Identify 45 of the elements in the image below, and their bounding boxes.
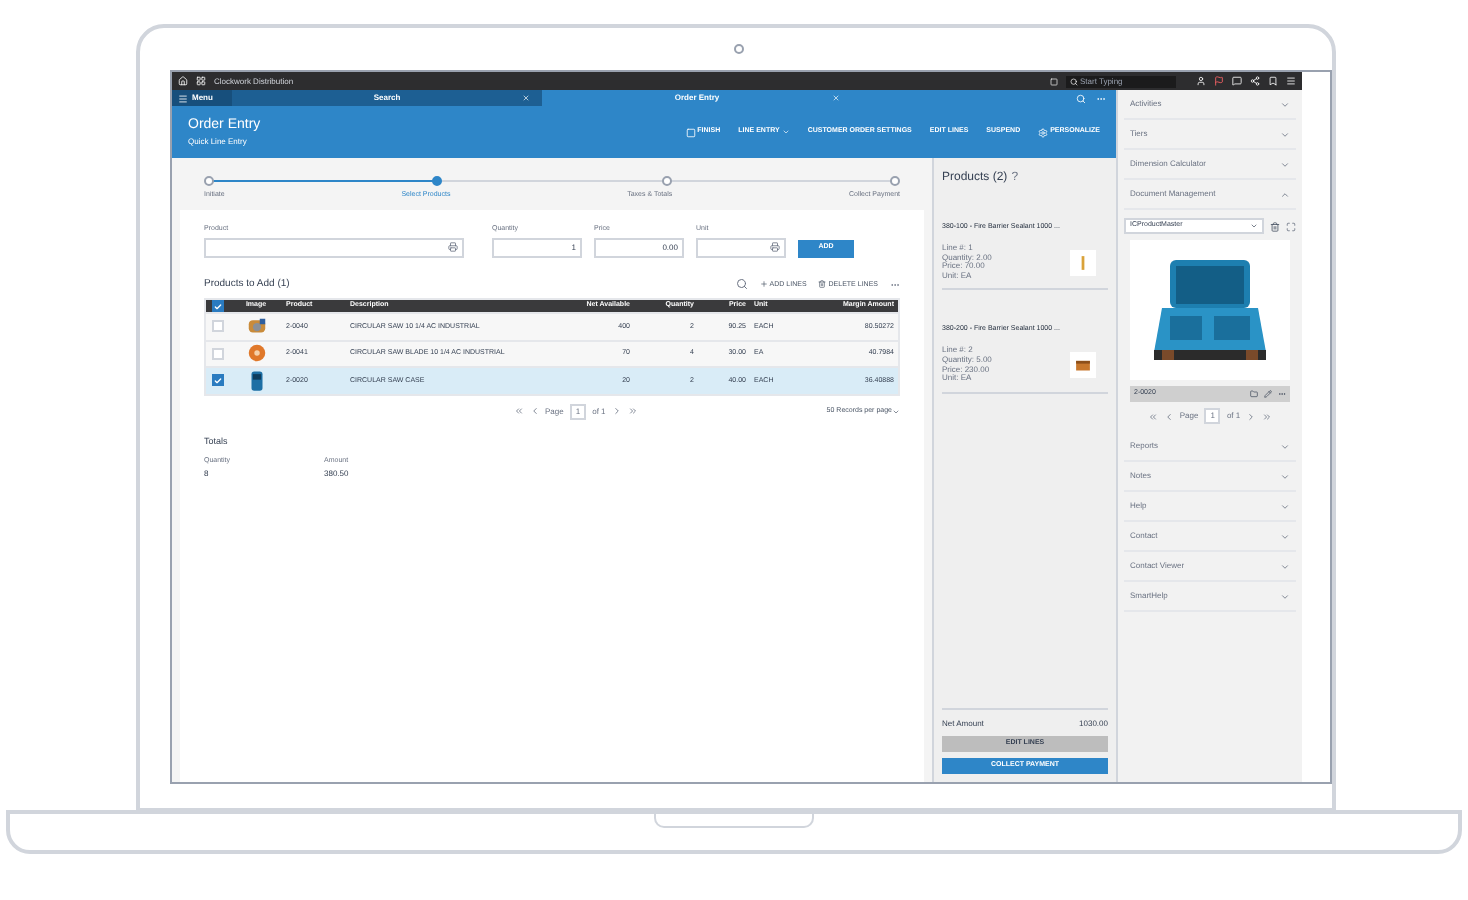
folder-icon[interactable] <box>1250 390 1258 398</box>
search-icon[interactable] <box>735 278 748 291</box>
square-icon[interactable] <box>1050 77 1058 85</box>
share-icon[interactable] <box>1250 76 1260 86</box>
chevron-down-icon <box>1280 159 1290 169</box>
chevron-down-icon <box>1280 129 1290 139</box>
settings-icon <box>1038 127 1049 137</box>
trash-icon[interactable] <box>1270 221 1280 231</box>
next-page-icon[interactable] <box>1246 411 1257 421</box>
last-page-icon[interactable] <box>1262 411 1273 421</box>
chevron-down-icon <box>1280 501 1290 511</box>
chevron-down-icon <box>1280 441 1290 451</box>
lookup-icon[interactable] <box>770 242 780 252</box>
input-field[interactable] <box>204 237 464 257</box>
lookup-icon[interactable] <box>448 242 458 252</box>
search-icon <box>1070 77 1078 85</box>
grid-icon[interactable] <box>196 76 206 86</box>
trash-icon <box>818 280 827 289</box>
home-icon[interactable] <box>178 76 188 86</box>
plus-icon <box>759 280 768 289</box>
checkbox[interactable] <box>212 374 224 387</box>
chevron-down-icon <box>1280 561 1290 571</box>
previous-page-icon[interactable] <box>1163 411 1174 421</box>
chevron-down-icon <box>1280 99 1290 109</box>
flag-icon[interactable] <box>1214 76 1224 86</box>
camera-icon <box>734 44 744 54</box>
chevron-down-icon <box>1280 591 1290 601</box>
chevron-down-icon <box>1280 531 1290 541</box>
first-page-icon[interactable] <box>1147 411 1158 421</box>
edit-icon[interactable] <box>1264 390 1272 398</box>
bookmark-icon[interactable] <box>1268 76 1278 86</box>
checkbox[interactable] <box>212 300 224 312</box>
menu-icon[interactable] <box>1286 76 1296 86</box>
chevron-down-icon <box>1280 471 1290 481</box>
user-icon[interactable] <box>1196 76 1206 86</box>
expand-icon[interactable] <box>1286 221 1296 231</box>
next-page-icon[interactable] <box>611 406 622 416</box>
message-icon[interactable] <box>1232 76 1242 86</box>
chevron-up-icon <box>1280 189 1290 199</box>
previous-page-icon[interactable] <box>529 406 540 416</box>
input-field[interactable] <box>696 237 786 257</box>
finish-icon <box>685 127 696 137</box>
first-page-icon[interactable] <box>513 406 524 416</box>
last-page-icon[interactable] <box>627 406 638 416</box>
menu-icon <box>178 93 188 103</box>
